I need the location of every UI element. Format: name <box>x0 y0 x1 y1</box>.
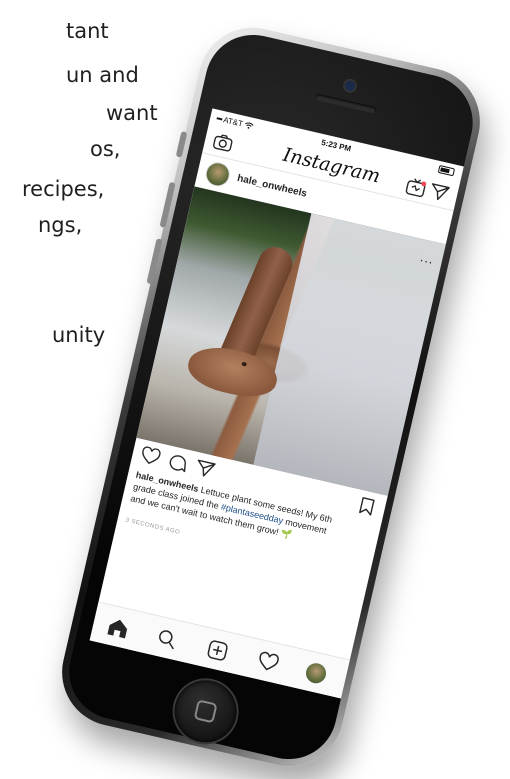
avatar[interactable] <box>203 159 233 189</box>
bg-line: want <box>106 101 158 125</box>
add-icon[interactable] <box>205 638 231 662</box>
share-icon[interactable] <box>193 458 217 480</box>
phone-screen: ▪▪▪ AT&T 5:23 PM Instagram hale_onwheels… <box>89 108 464 699</box>
heart-icon[interactable] <box>139 445 163 467</box>
home-icon[interactable] <box>105 615 131 639</box>
proximity-sensor <box>299 87 308 96</box>
sprout-emoji: 🌱 <box>279 527 294 541</box>
bg-line: recipes, <box>22 177 105 201</box>
heart-icon[interactable] <box>255 650 281 674</box>
bg-line: os, <box>90 137 121 161</box>
bg-line: un and <box>66 63 139 87</box>
bg-line: unity <box>52 323 106 347</box>
battery-icon <box>437 164 456 177</box>
bookmark-icon[interactable] <box>355 495 379 517</box>
profile-avatar[interactable] <box>304 661 329 686</box>
paper-plane-icon[interactable] <box>428 182 452 204</box>
post-timestamp: 3 SECONDS AGO <box>124 517 181 536</box>
comment-icon[interactable] <box>166 452 190 474</box>
bg-line: ngs, <box>38 213 83 237</box>
earpiece-speaker <box>314 93 377 115</box>
post-username[interactable]: hale_onwheels <box>236 173 308 200</box>
home-button-square <box>193 699 218 724</box>
front-camera <box>344 79 357 92</box>
photo-hand <box>183 340 282 404</box>
search-icon[interactable] <box>154 627 180 651</box>
bg-line: tant <box>66 19 109 43</box>
igtv-icon[interactable] <box>404 176 428 198</box>
